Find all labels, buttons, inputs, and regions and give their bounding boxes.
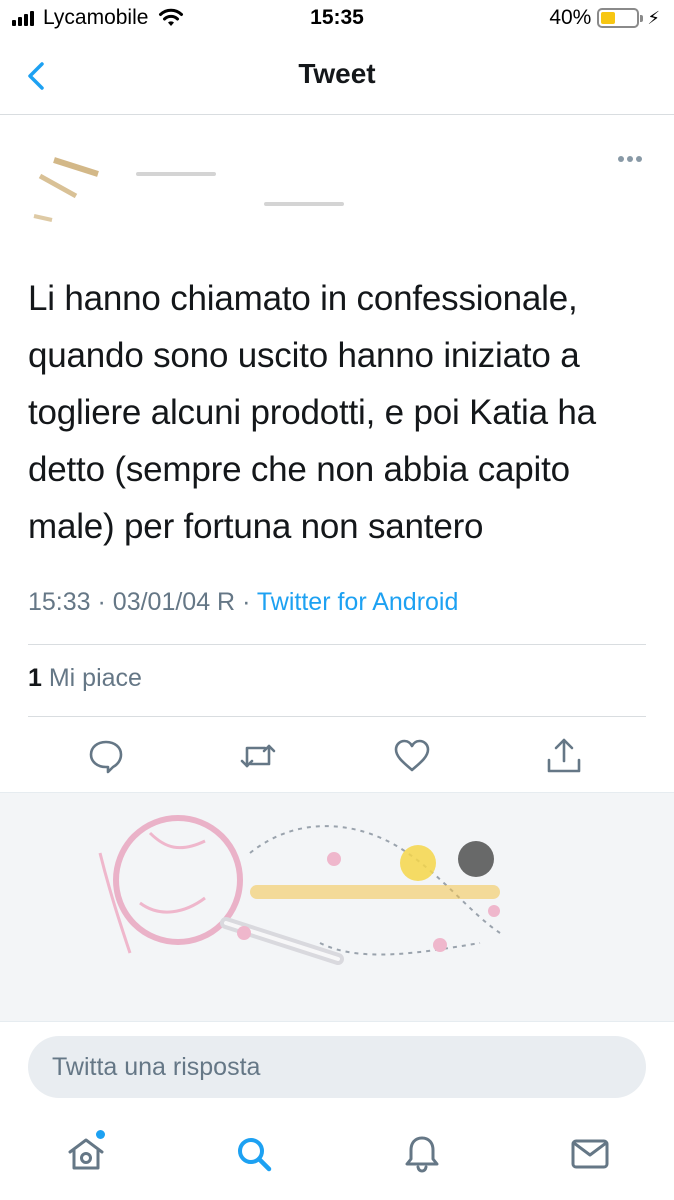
search-icon[interactable] bbox=[232, 1132, 276, 1176]
battery-icon bbox=[597, 8, 644, 28]
reply-icon[interactable] bbox=[86, 736, 126, 776]
like-icon[interactable] bbox=[392, 736, 432, 776]
tweet-source-link[interactable]: Twitter for Android bbox=[257, 588, 458, 616]
retweet-icon[interactable] bbox=[238, 736, 278, 776]
page-title: Tweet bbox=[298, 58, 376, 89]
more-options-icon[interactable] bbox=[615, 156, 642, 162]
tweet-time: 15:33 bbox=[28, 588, 91, 616]
status-bar-right: 40% ⚡︎ bbox=[549, 6, 660, 30]
home-notification-dot bbox=[96, 1130, 105, 1139]
battery-level bbox=[601, 12, 615, 24]
tweet-meta: 15:33 · 03/01/04 R · Twitter for Android bbox=[28, 588, 459, 616]
author-name-redacted bbox=[136, 172, 216, 176]
likes-summary[interactable]: 1 Mi piace bbox=[28, 664, 142, 693]
tab-bar bbox=[0, 1110, 674, 1200]
messages-icon[interactable] bbox=[568, 1132, 612, 1176]
likes-label: Mi piace bbox=[48, 664, 142, 692]
likes-count: 1 bbox=[28, 664, 42, 692]
nav-bar: Tweet bbox=[0, 40, 674, 115]
watermark-logo bbox=[98, 815, 501, 965]
divider bbox=[28, 716, 646, 717]
author-handle-redacted bbox=[264, 202, 344, 206]
tweet-author[interactable] bbox=[0, 116, 674, 226]
battery-percent: 40% bbox=[549, 6, 592, 29]
charging-bolt-icon: ⚡︎ bbox=[647, 7, 660, 28]
watermark-banner bbox=[0, 792, 674, 1022]
status-bar: Lycamobile 15:35 40% ⚡︎ bbox=[0, 0, 674, 40]
tweet-actions bbox=[0, 730, 674, 790]
reply-input[interactable] bbox=[28, 1036, 646, 1098]
share-icon[interactable] bbox=[544, 736, 584, 776]
tweet-text: Li hanno chiamato in confessionale, quan… bbox=[28, 279, 596, 546]
tweet-date: 03/01/04 R bbox=[112, 588, 236, 616]
divider bbox=[28, 644, 646, 645]
avatar[interactable] bbox=[26, 134, 116, 224]
notifications-icon[interactable] bbox=[400, 1132, 444, 1176]
